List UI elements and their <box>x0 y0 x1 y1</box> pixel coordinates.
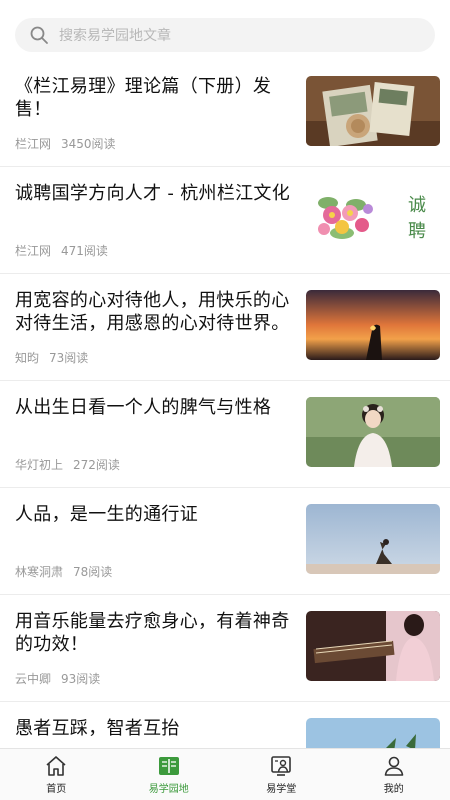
search-icon <box>30 26 48 44</box>
article-item[interactable]: 诚聘国学方向人才 - 杭州栏江文化 栏江网 471阅读 诚 聘 <box>0 167 450 274</box>
article-meta: 林寒洞肃 78阅读 <box>15 563 292 594</box>
article-thumbnail[interactable]: 诚 聘 <box>306 183 440 253</box>
article-meta: 知昀 73阅读 <box>15 349 292 380</box>
article-author: 林寒洞肃 <box>15 565 64 579</box>
article-title[interactable]: 用宽容的心对待他人，用快乐的心对待生活，用感恩的心对待世界。 <box>15 289 292 335</box>
article-meta: 华灯初上 272阅读 <box>15 456 292 487</box>
article-meta: 云中卿 93阅读 <box>15 670 292 701</box>
article-title[interactable]: 《栏江易理》理论篇（下册）发售！ <box>15 75 292 121</box>
tab-label: 我的 <box>383 784 404 795</box>
article-thumbnail[interactable] <box>306 504 440 574</box>
article-reads: 93阅读 <box>61 672 101 686</box>
article-title[interactable]: 愚者互踩，智者互抬 <box>15 717 292 740</box>
article-item[interactable]: 从出生日看一个人的脾气与性格 华灯初上 272阅读 <box>0 381 450 488</box>
classroom-icon <box>271 756 292 776</box>
article-item[interactable]: 愚者互踩，智者互抬 <box>0 702 450 748</box>
article-title[interactable]: 从出生日看一个人的脾气与性格 <box>15 396 292 419</box>
article-thumbnail[interactable] <box>306 76 440 146</box>
article-author: 栏江网 <box>15 137 52 151</box>
article-title[interactable]: 用音乐能量去疗愈身心，有着神奇的功效！ <box>15 610 292 656</box>
tab-home[interactable]: 首页 <box>0 749 113 800</box>
article-item[interactable]: 《栏江易理》理论篇（下册）发售！ 栏江网 3450阅读 <box>0 60 450 167</box>
search-placeholder: 搜索易学园地文章 <box>59 28 171 44</box>
article-item[interactable]: 用宽容的心对待他人，用快乐的心对待生活，用感恩的心对待世界。 知昀 73阅读 <box>0 274 450 381</box>
article-author: 云中卿 <box>15 672 52 686</box>
book-icon <box>158 757 179 775</box>
article-thumbnail[interactable] <box>306 718 440 748</box>
article-reads: 471阅读 <box>61 244 108 258</box>
article-meta: 栏江网 3450阅读 <box>15 135 292 166</box>
tab-label: 易学堂 <box>266 784 297 795</box>
article-reads: 272阅读 <box>73 458 120 472</box>
search-input[interactable]: 搜索易学园地文章 <box>15 18 435 52</box>
article-title[interactable]: 人品，是一生的通行证 <box>15 503 292 526</box>
article-meta: 栏江网 471阅读 <box>15 242 292 273</box>
tab-mine[interactable]: 我的 <box>338 749 450 800</box>
search-area: 搜索易学园地文章 <box>0 8 450 60</box>
status-strip <box>0 0 450 8</box>
article-author: 知昀 <box>15 351 40 365</box>
article-thumbnail[interactable] <box>306 290 440 360</box>
article-item[interactable]: 用音乐能量去疗愈身心，有着神奇的功效！ 云中卿 93阅读 <box>0 595 450 702</box>
bottom-tab-bar: 首页 易学园地 易学堂 我的 <box>0 748 450 800</box>
article-list: 《栏江易理》理论篇（下册）发售！ 栏江网 3450阅读 诚聘国学方向人才 - 杭州… <box>0 60 450 748</box>
article-author: 栏江网 <box>15 244 52 258</box>
home-icon <box>46 756 66 776</box>
article-reads: 73阅读 <box>49 351 89 365</box>
article-thumbnail[interactable] <box>306 397 440 467</box>
recruit-char-2: 聘 <box>408 221 426 242</box>
user-icon <box>384 756 404 776</box>
article-thumbnail[interactable] <box>306 611 440 681</box>
article-author: 华灯初上 <box>15 458 64 472</box>
tab-label: 首页 <box>46 784 67 795</box>
tab-label: 易学园地 <box>148 784 189 795</box>
article-item[interactable]: 人品，是一生的通行证 林寒洞肃 78阅读 <box>0 488 450 595</box>
tab-garden[interactable]: 易学园地 <box>113 749 226 800</box>
article-reads: 3450阅读 <box>61 137 116 151</box>
article-title[interactable]: 诚聘国学方向人才 - 杭州栏江文化 <box>15 182 292 205</box>
recruit-char-1: 诚 <box>408 195 426 216</box>
tab-classroom[interactable]: 易学堂 <box>225 749 338 800</box>
article-reads: 78阅读 <box>73 565 113 579</box>
